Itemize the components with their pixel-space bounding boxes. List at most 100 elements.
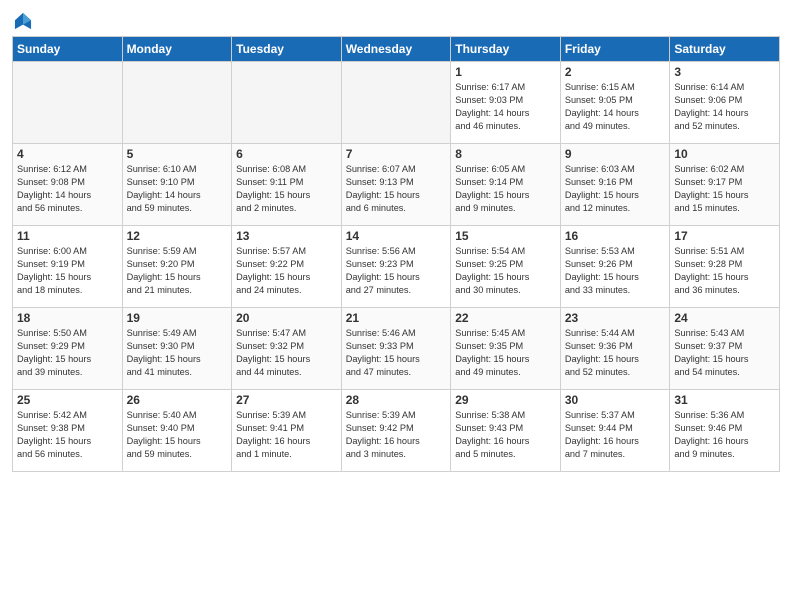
cell-info: Sunrise: 6:14 AMSunset: 9:06 PMDaylight:… [674,81,775,133]
header [12,10,780,32]
calendar-cell: 6Sunrise: 6:08 AMSunset: 9:11 PMDaylight… [232,144,342,226]
calendar-cell: 7Sunrise: 6:07 AMSunset: 9:13 PMDaylight… [341,144,451,226]
cell-info: Sunrise: 6:10 AMSunset: 9:10 PMDaylight:… [127,163,228,215]
cell-date: 28 [346,393,447,407]
cell-date: 17 [674,229,775,243]
cell-info: Sunrise: 6:05 AMSunset: 9:14 PMDaylight:… [455,163,556,215]
week-row-4: 18 Sunrise: 5:50 AMSunset: 9:29 PMDayligh… [13,308,780,390]
calendar-cell: 2 Sunrise: 6:15 AMSunset: 9:05 PMDaylight… [560,62,670,144]
calendar-cell: 19Sunrise: 5:49 AMSunset: 9:30 PMDayligh… [122,308,232,390]
week-row-5: 25 Sunrise: 5:42 AMSunset: 9:38 PMDayligh… [13,390,780,472]
cell-info: Sunrise: 5:38 AMSunset: 9:43 PMDaylight:… [455,409,556,461]
calendar-cell: 20 Sunrise: 5:47 AMSunset: 9:32 PMDayligh… [232,308,342,390]
calendar-cell: 21 Sunrise: 5:46 AMSunset: 9:33 PMDayligh… [341,308,451,390]
cell-date: 10 [674,147,775,161]
cell-info: Sunrise: 6:03 AMSunset: 9:16 PMDaylight:… [565,163,666,215]
cell-date: 9 [565,147,666,161]
calendar-cell: 24 Sunrise: 5:43 AMSunset: 9:37 PMDayligh… [670,308,780,390]
cell-info: Sunrise: 5:46 AMSunset: 9:33 PMDaylight:… [346,327,447,379]
day-header-tuesday: Tuesday [232,37,342,62]
calendar-cell: 30 Sunrise: 5:37 AMSunset: 9:44 PMDayligh… [560,390,670,472]
cell-date: 25 [17,393,118,407]
day-header-sunday: Sunday [13,37,123,62]
cell-info: Sunrise: 6:12 AMSunset: 9:08 PMDaylight:… [17,163,118,215]
calendar-cell: 3 Sunrise: 6:14 AMSunset: 9:06 PMDaylight… [670,62,780,144]
cell-info: Sunrise: 5:37 AMSunset: 9:44 PMDaylight:… [565,409,666,461]
logo [12,10,38,32]
calendar-cell: 11 Sunrise: 6:00 AMSunset: 9:19 PMDayligh… [13,226,123,308]
cell-info: Sunrise: 5:47 AMSunset: 9:32 PMDaylight:… [236,327,337,379]
cell-date: 20 [236,311,337,325]
cell-info: Sunrise: 5:57 AMSunset: 9:22 PMDaylight:… [236,245,337,297]
calendar-cell: 8Sunrise: 6:05 AMSunset: 9:14 PMDaylight… [451,144,561,226]
page-container: SundayMondayTuesdayWednesdayThursdayFrid… [0,0,792,480]
cell-info: Sunrise: 5:43 AMSunset: 9:37 PMDaylight:… [674,327,775,379]
cell-date: 21 [346,311,447,325]
day-header-wednesday: Wednesday [341,37,451,62]
cell-info: Sunrise: 5:45 AMSunset: 9:35 PMDaylight:… [455,327,556,379]
calendar-cell [232,62,342,144]
day-header-friday: Friday [560,37,670,62]
calendar-cell: 13 Sunrise: 5:57 AMSunset: 9:22 PMDayligh… [232,226,342,308]
cell-date: 11 [17,229,118,243]
day-header-saturday: Saturday [670,37,780,62]
calendar-cell: 27 Sunrise: 5:39 AMSunset: 9:41 PMDayligh… [232,390,342,472]
calendar-cell [122,62,232,144]
calendar-cell: 14Sunrise: 5:56 AMSunset: 9:23 PMDayligh… [341,226,451,308]
calendar-cell: 9 Sunrise: 6:03 AMSunset: 9:16 PMDaylight… [560,144,670,226]
cell-info: Sunrise: 6:17 AMSunset: 9:03 PMDaylight:… [455,81,556,133]
cell-info: Sunrise: 5:36 AMSunset: 9:46 PMDaylight:… [674,409,775,461]
cell-info: Sunrise: 5:39 AMSunset: 9:41 PMDaylight:… [236,409,337,461]
cell-date: 26 [127,393,228,407]
calendar-cell: 22Sunrise: 5:45 AMSunset: 9:35 PMDayligh… [451,308,561,390]
cell-info: Sunrise: 5:42 AMSunset: 9:38 PMDaylight:… [17,409,118,461]
cell-info: Sunrise: 6:02 AMSunset: 9:17 PMDaylight:… [674,163,775,215]
cell-info: Sunrise: 5:59 AMSunset: 9:20 PMDaylight:… [127,245,228,297]
calendar-cell [13,62,123,144]
logo-icon [12,10,34,32]
cell-info: Sunrise: 5:56 AMSunset: 9:23 PMDaylight:… [346,245,447,297]
calendar-table: SundayMondayTuesdayWednesdayThursdayFrid… [12,36,780,472]
cell-info: Sunrise: 5:54 AMSunset: 9:25 PMDaylight:… [455,245,556,297]
cell-date: 19 [127,311,228,325]
cell-date: 24 [674,311,775,325]
calendar-cell: 16Sunrise: 5:53 AMSunset: 9:26 PMDayligh… [560,226,670,308]
cell-info: Sunrise: 5:53 AMSunset: 9:26 PMDaylight:… [565,245,666,297]
calendar-cell: 26Sunrise: 5:40 AMSunset: 9:40 PMDayligh… [122,390,232,472]
calendar-cell: 28Sunrise: 5:39 AMSunset: 9:42 PMDayligh… [341,390,451,472]
cell-info: Sunrise: 6:15 AMSunset: 9:05 PMDaylight:… [565,81,666,133]
week-row-3: 11 Sunrise: 6:00 AMSunset: 9:19 PMDayligh… [13,226,780,308]
day-header-thursday: Thursday [451,37,561,62]
cell-date: 15 [455,229,556,243]
cell-date: 23 [565,311,666,325]
cell-date: 6 [236,147,337,161]
cell-date: 18 [17,311,118,325]
calendar-body: 1 Sunrise: 6:17 AMSunset: 9:03 PMDaylight… [13,62,780,472]
cell-date: 3 [674,65,775,79]
day-header-monday: Monday [122,37,232,62]
calendar-cell: 17 Sunrise: 5:51 AMSunset: 9:28 PMDayligh… [670,226,780,308]
cell-info: Sunrise: 6:00 AMSunset: 9:19 PMDaylight:… [17,245,118,297]
week-row-1: 1 Sunrise: 6:17 AMSunset: 9:03 PMDaylight… [13,62,780,144]
cell-date: 5 [127,147,228,161]
cell-info: Sunrise: 5:50 AMSunset: 9:29 PMDaylight:… [17,327,118,379]
cell-info: Sunrise: 5:51 AMSunset: 9:28 PMDaylight:… [674,245,775,297]
cell-date: 31 [674,393,775,407]
cell-date: 29 [455,393,556,407]
cell-date: 13 [236,229,337,243]
calendar-cell: 25 Sunrise: 5:42 AMSunset: 9:38 PMDayligh… [13,390,123,472]
cell-date: 2 [565,65,666,79]
cell-date: 30 [565,393,666,407]
cell-date: 27 [236,393,337,407]
calendar-cell: 15 Sunrise: 5:54 AMSunset: 9:25 PMDayligh… [451,226,561,308]
cell-date: 12 [127,229,228,243]
cell-date: 1 [455,65,556,79]
cell-info: Sunrise: 5:44 AMSunset: 9:36 PMDaylight:… [565,327,666,379]
week-row-2: 4Sunrise: 6:12 AMSunset: 9:08 PMDaylight… [13,144,780,226]
calendar-cell: 12 Sunrise: 5:59 AMSunset: 9:20 PMDayligh… [122,226,232,308]
calendar-cell: 31 Sunrise: 5:36 AMSunset: 9:46 PMDayligh… [670,390,780,472]
calendar-cell [341,62,451,144]
calendar-cell: 10 Sunrise: 6:02 AMSunset: 9:17 PMDayligh… [670,144,780,226]
cell-info: Sunrise: 6:07 AMSunset: 9:13 PMDaylight:… [346,163,447,215]
calendar-cell: 18 Sunrise: 5:50 AMSunset: 9:29 PMDayligh… [13,308,123,390]
